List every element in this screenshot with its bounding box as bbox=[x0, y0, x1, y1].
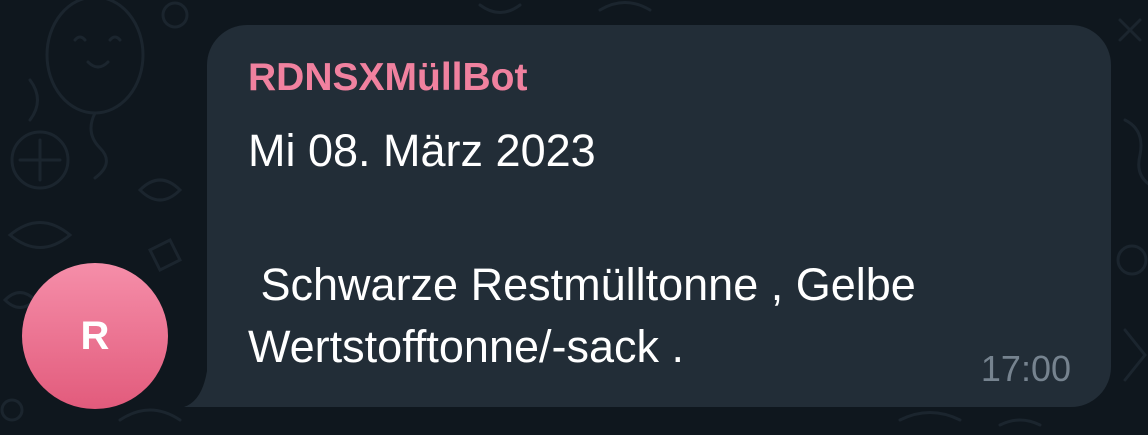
message-body-line-1: Schwarze Restmülltonne , Gelbe bbox=[248, 259, 916, 310]
avatar-initial: R bbox=[80, 313, 110, 358]
message-time: 17:00 bbox=[980, 348, 1071, 389]
message-body-line-2: Wertstofftonne/-sack . bbox=[248, 321, 685, 372]
avatar[interactable]: R bbox=[22, 263, 168, 409]
message-date-line: Mi 08. März 2023 bbox=[248, 125, 596, 176]
message-bubble[interactable]: RDNSXMüllBot Mi 08. März 2023 Schwarze R… bbox=[207, 25, 1111, 407]
sender-name[interactable]: RDNSXMüllBot bbox=[248, 56, 527, 100]
